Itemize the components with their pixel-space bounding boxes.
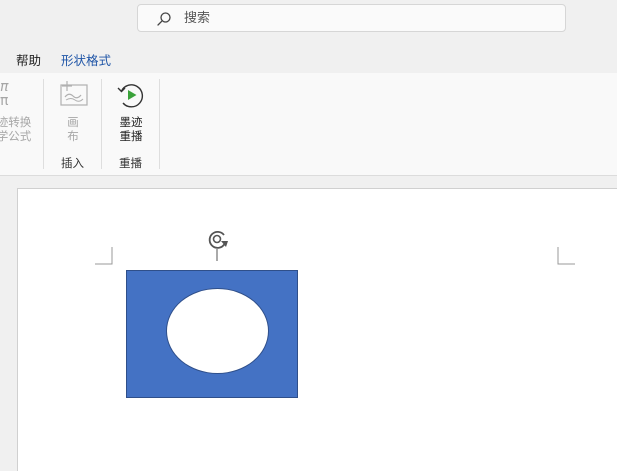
ribbon-separator	[101, 79, 102, 169]
margin-corner-left	[95, 247, 113, 265]
ink-replay-label-1: 墨迹	[119, 115, 143, 129]
title-bar	[0, 0, 617, 40]
ink-to-math-label-2: 学公式	[0, 129, 32, 143]
ink-replay-label-2: 重播	[119, 129, 143, 143]
canvas-label-1: 画	[67, 115, 79, 129]
ellipse-shape[interactable]	[166, 288, 269, 374]
tab-shape-format[interactable]: 形状格式	[61, 50, 111, 69]
ribbon-separator	[159, 79, 160, 169]
ribbon-separator	[43, 79, 44, 169]
ink-to-math-label-1: 迹转换	[0, 115, 32, 129]
search-icon	[157, 12, 171, 26]
ink-to-math-button[interactable]: π π 迹转换 学公式	[0, 79, 42, 143]
search-input[interactable]	[184, 8, 544, 28]
ink-replay-icon	[117, 84, 144, 108]
tab-help[interactable]: 帮助	[16, 50, 41, 69]
canvas-icon	[60, 81, 88, 106]
group-label-insert: 插入	[61, 156, 84, 170]
margin-corner-right	[557, 247, 575, 265]
app-window: 帮助 形状格式 π π 迹转换 学公式 画 布 插入	[0, 0, 617, 471]
canvas-label-2: 布	[67, 129, 79, 143]
search-box[interactable]	[137, 4, 566, 32]
ink-math-icon: π π	[0, 79, 9, 109]
ink-replay-button[interactable]: 墨迹 重播	[109, 79, 153, 143]
ribbon: π π 迹转换 学公式 画 布 插入 墨迹 重播 重播	[0, 73, 617, 176]
document-page[interactable]	[17, 188, 617, 471]
canvas-button[interactable]: 画 布	[54, 79, 92, 143]
rotate-icon[interactable]	[204, 227, 230, 261]
ribbon-tabs: 帮助 形状格式	[0, 44, 617, 72]
group-label-replay: 重播	[119, 156, 142, 170]
